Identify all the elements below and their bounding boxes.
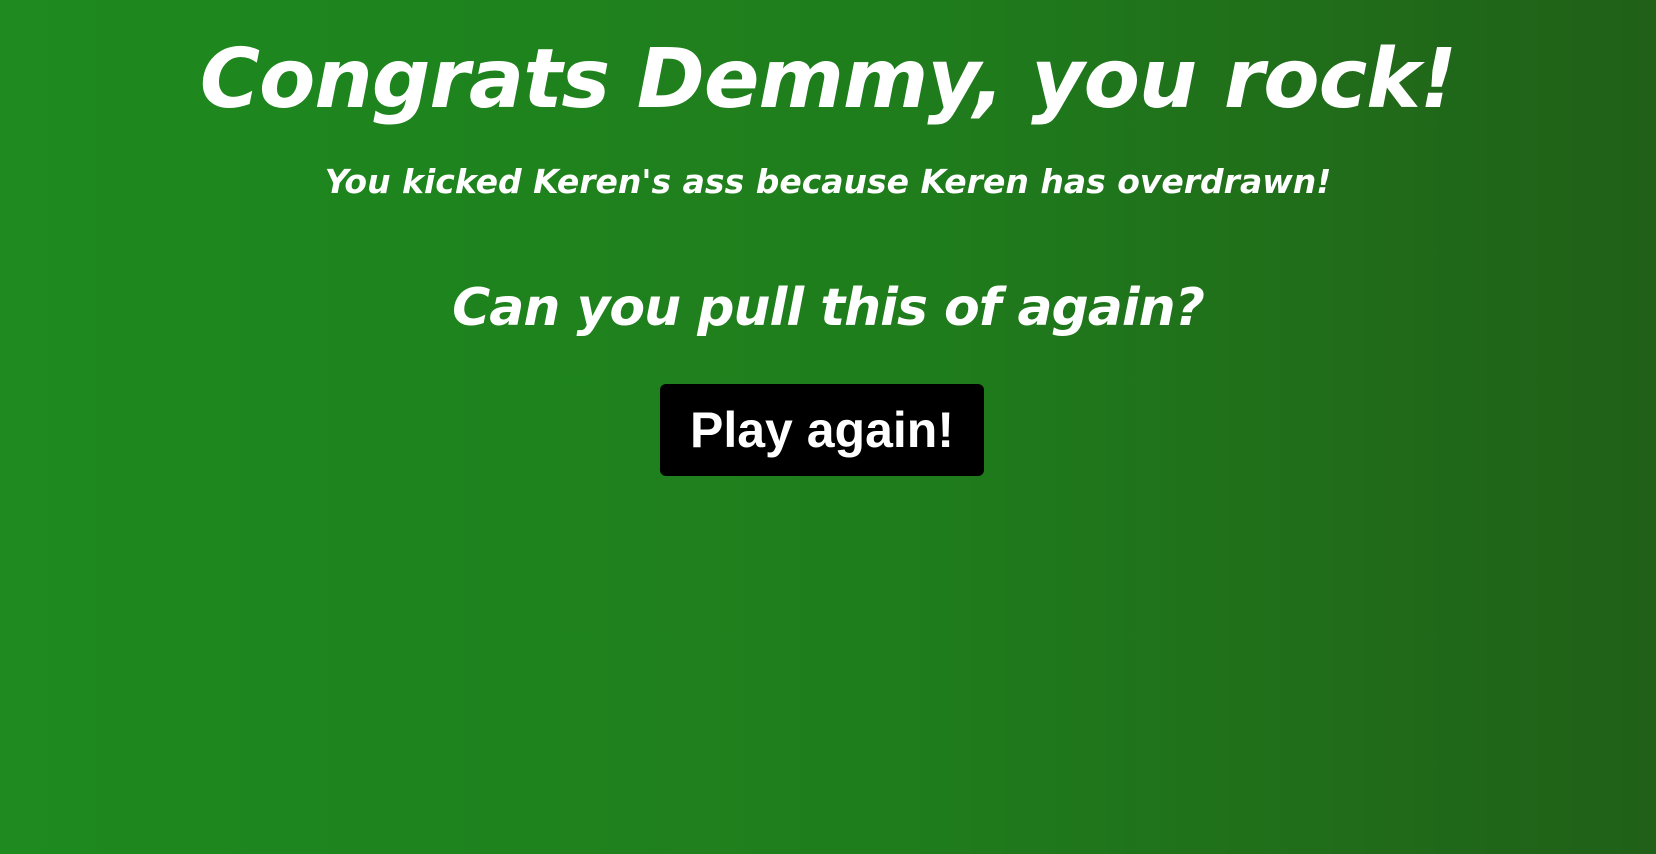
play-again-button[interactable]: Play again!: [660, 384, 984, 476]
game-result-screen: Congrats Demmy, you rock! You kicked Ker…: [0, 0, 1656, 854]
victory-title: Congrats Demmy, you rock!: [199, 32, 1457, 127]
result-message: You kicked Keren's ass because Keren has…: [324, 162, 1332, 201]
replay-question: Can you pull this of again?: [452, 278, 1205, 338]
